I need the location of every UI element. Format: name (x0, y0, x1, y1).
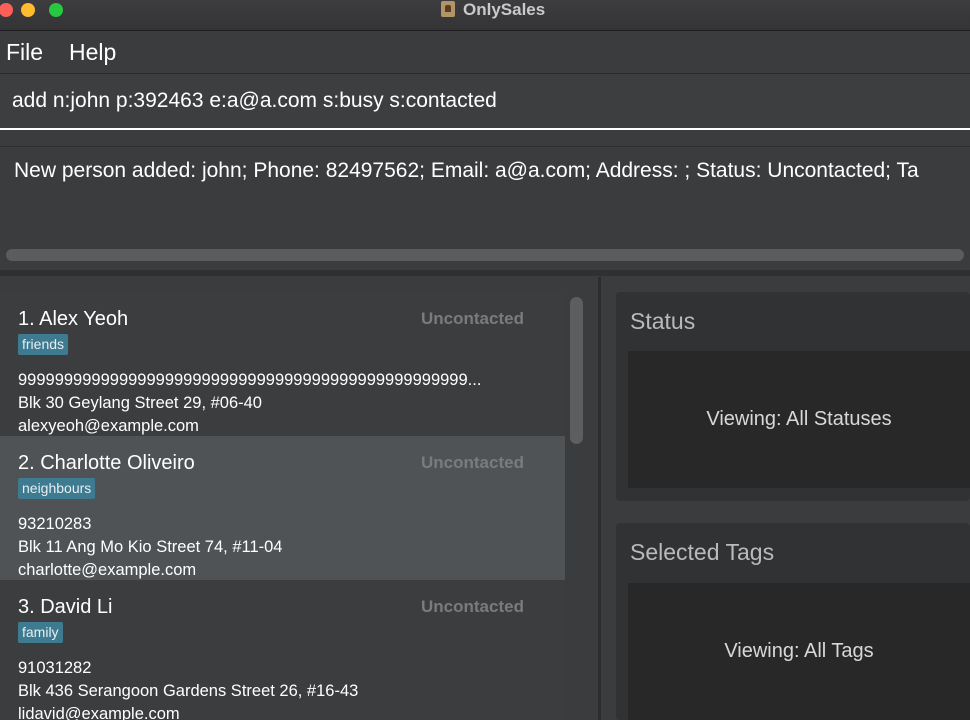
person-email: charlotte@example.com (18, 561, 197, 579)
person-email: lidavid@example.com (18, 705, 180, 720)
status-viewing-text: Viewing: All Statuses (706, 408, 892, 430)
close-window-button[interactable] (0, 3, 13, 17)
tags-panel-title: Selected Tags (630, 539, 775, 565)
result-horizontal-scrollbar[interactable] (6, 249, 964, 261)
person-status: Uncontacted (421, 453, 524, 472)
tags-viewing-box[interactable]: Viewing: All Tags (628, 583, 970, 720)
command-input[interactable] (0, 74, 970, 130)
person-tag: family (18, 622, 63, 643)
person-name: 1. Alex Yeoh (18, 308, 129, 330)
person-address: Blk 30 Geylang Street 29, #06-40 (18, 394, 262, 412)
person-email: alexyeoh@example.com (18, 417, 199, 435)
scrollbar-thumb[interactable] (6, 249, 964, 261)
split-divider[interactable] (0, 270, 970, 276)
title-bar: OnlySales (0, 0, 970, 31)
menu-help[interactable]: Help (69, 37, 116, 67)
result-display: New person added: john; Phone: 82497562;… (0, 146, 970, 271)
status-viewing-box[interactable]: Viewing: All Statuses (628, 351, 970, 488)
person-card[interactable]: 3. David Li Uncontacted family 91031282 … (0, 580, 565, 720)
result-text: New person added: john; Phone: 82497562;… (14, 159, 919, 182)
person-name: 2. Charlotte Oliveiro (18, 452, 195, 474)
person-tag: neighbours (18, 478, 96, 499)
person-address: Blk 11 Ang Mo Kio Street 74, #11-04 (18, 538, 283, 556)
person-card[interactable]: 1. Alex Yeoh Uncontacted friends 9999999… (0, 292, 565, 436)
app-icon (441, 1, 455, 17)
command-box (0, 74, 970, 130)
divider (0, 131, 970, 145)
person-status: Uncontacted (421, 597, 524, 616)
person-phone: 9999999999999999999999999999999999999999… (18, 371, 482, 389)
person-phone: 91031282 (18, 659, 92, 677)
person-list: 1. Alex Yeoh Uncontacted friends 9999999… (0, 277, 598, 720)
minimize-window-button[interactable] (21, 3, 35, 17)
status-panel-title: Status (630, 308, 696, 334)
window-title: OnlySales (463, 0, 546, 19)
person-name: 3. David Li (18, 596, 113, 618)
menu-file[interactable]: File (6, 37, 43, 67)
tags-viewing-text: Viewing: All Tags (724, 640, 874, 662)
tags-panel: Selected Tags Viewing: All Tags (616, 523, 970, 720)
person-list-scrollbar[interactable] (566, 277, 588, 720)
person-address: Blk 436 Serangoon Gardens Street 26, #16… (18, 682, 359, 700)
person-status: Uncontacted (421, 309, 524, 328)
scrollbar-thumb[interactable] (570, 297, 583, 444)
person-tag: friends (18, 334, 69, 355)
person-card-selected[interactable]: 2. Charlotte Oliveiro Uncontacted neighb… (0, 436, 565, 580)
status-panel: Status Viewing: All Statuses (616, 292, 970, 501)
maximize-window-button[interactable] (49, 3, 63, 17)
person-phone: 93210283 (18, 515, 92, 533)
menu-bar: File Help (0, 31, 970, 74)
